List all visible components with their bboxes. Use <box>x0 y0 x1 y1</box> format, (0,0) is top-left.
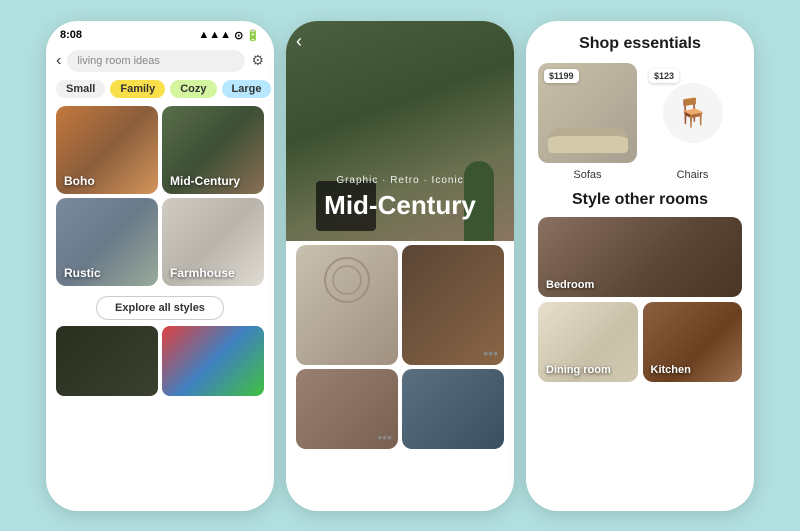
style-boho-label: Boho <box>64 174 95 188</box>
search-bar-row: ‹ living room ideas ⚙ <box>46 46 274 76</box>
style-farmhouse[interactable]: Farmhouse <box>162 198 264 286</box>
right-content: Shop essentials $1199 $123 🪑 Sofas Chair… <box>526 21 754 390</box>
style-rustic-label: Rustic <box>64 266 101 280</box>
left-phone: 8:08 ▲▲▲ ⊙ 🔋 ‹ living room ideas ⚙ Small… <box>46 21 274 511</box>
sofa-price: $1199 <box>544 69 579 83</box>
mid-bottom-photo-2[interactable] <box>402 369 504 449</box>
mid-hero-title: Mid-Century <box>286 190 514 221</box>
chair-item[interactable]: $123 🪑 <box>643 63 742 163</box>
bottom-photo-1[interactable] <box>56 326 158 396</box>
mid-hero: ‹ Graphic · Retro · Iconic Mid-Century <box>286 21 514 241</box>
kitchen-room[interactable]: Kitchen <box>643 302 743 382</box>
mid-nav-back-icon[interactable]: ‹ <box>296 31 302 52</box>
sofas-label: Sofas <box>538 169 637 181</box>
mid-phone: ‹ Graphic · Retro · Iconic Mid-Century •… <box>286 21 514 511</box>
chair-graphic-icon: 🪑 <box>663 83 723 143</box>
style-rustic[interactable]: Rustic <box>56 198 158 286</box>
style-midcentury[interactable]: Mid-Century <box>162 106 264 194</box>
mid-bottom-photo-1-dots[interactable]: ••• <box>377 429 392 445</box>
dining-room[interactable]: Dining room <box>538 302 638 382</box>
status-bar: 8:08 ▲▲▲ ⊙ 🔋 <box>46 21 274 46</box>
chair-price: $123 <box>649 69 679 83</box>
bedroom-room[interactable]: Bedroom <box>538 217 742 297</box>
mid-hero-content: Graphic · Retro · Iconic Mid-Century <box>286 175 514 221</box>
search-input[interactable]: living room ideas <box>67 50 245 72</box>
rooms-grid: Bedroom Dining room Kitchen <box>538 217 742 382</box>
shop-essentials-title: Shop essentials <box>538 35 742 53</box>
bottom-photos <box>46 326 274 396</box>
filter-icon[interactable]: ⚙ <box>251 52 264 69</box>
sofa-item[interactable]: $1199 <box>538 63 637 163</box>
tag-cozy[interactable]: Cozy <box>170 80 216 98</box>
bottom-photo-2[interactable] <box>162 326 264 396</box>
mid-photos-grid: ••• <box>286 241 514 369</box>
essentials-grid: $1199 $123 🪑 <box>538 63 742 163</box>
kitchen-label: Kitchen <box>651 364 691 376</box>
battery-icon: 🔋 <box>246 29 260 42</box>
style-boho[interactable]: Boho <box>56 106 158 194</box>
style-midcentury-label: Mid-Century <box>170 174 240 188</box>
style-grid: Boho Mid-Century Rustic Farmhouse <box>46 102 274 290</box>
style-farmhouse-label: Farmhouse <box>170 266 235 280</box>
bedroom-label: Bedroom <box>546 279 594 291</box>
sofa-graphic <box>548 128 628 153</box>
tag-family[interactable]: Family <box>110 80 165 98</box>
back-arrow-icon[interactable]: ‹ <box>56 52 61 70</box>
explore-all-button[interactable]: Explore all styles <box>96 296 224 320</box>
dining-label: Dining room <box>546 364 611 376</box>
right-phone: Shop essentials $1199 $123 🪑 Sofas Chair… <box>526 21 754 511</box>
status-icons: ▲▲▲ ⊙ 🔋 <box>198 29 260 42</box>
mid-photo-2[interactable]: ••• <box>402 245 504 365</box>
mid-bottom-photo-1[interactable]: ••• <box>296 369 398 449</box>
explore-btn-wrap: Explore all styles <box>46 290 274 326</box>
wifi-icon: ⊙ <box>234 29 243 42</box>
mid-bottom-row: ••• <box>286 369 514 455</box>
chairs-label: Chairs <box>643 169 742 181</box>
status-time: 8:08 <box>60 29 82 41</box>
tag-large[interactable]: Large <box>222 80 272 98</box>
mid-photo-1[interactable] <box>296 245 398 365</box>
tag-small[interactable]: Small <box>56 80 105 98</box>
mid-hero-subtitle: Graphic · Retro · Iconic <box>286 175 514 186</box>
signal-icon: ▲▲▲ <box>198 29 231 41</box>
tags-row: Small Family Cozy Large Lay... <box>46 76 274 102</box>
mid-photo-2-dots[interactable]: ••• <box>483 345 498 361</box>
essential-labels: Sofas Chairs <box>538 169 742 181</box>
style-other-rooms-title: Style other rooms <box>538 191 742 209</box>
